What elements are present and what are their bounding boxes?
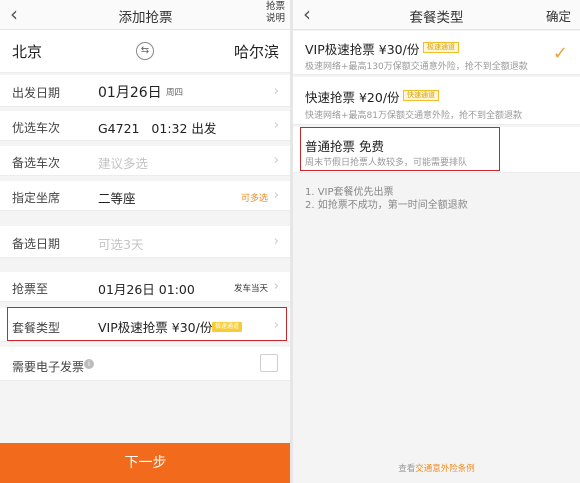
help-line-1: 抢票 [265,1,285,12]
next-step-button[interactable]: 下一步 [0,443,291,483]
e-invoice-label: 需要电子发票 [12,360,85,374]
insurance-terms-link[interactable]: 交通意外险条例 [415,464,475,474]
page-title: 添加抢票 [118,10,173,26]
fast-channel-badge: 快速通道 [403,90,439,101]
to-city[interactable]: 哈尔滨 [234,41,279,62]
alternate-train-placeholder: 建议多选 [98,156,149,171]
add-ticket-screen: ‹ 添加抢票 抢票 说明 北京 ⇆ 哈尔滨 出发日期 01月26日 周四 › 优… [0,0,291,483]
from-city[interactable]: 北京 [12,41,42,62]
row-preferred-train[interactable]: 优选车次 G4721 01:32 出发 › [0,111,291,141]
e-invoice-checkbox[interactable] [260,354,278,372]
row-alternate-date[interactable]: 备选日期 可选3天 › [0,226,291,258]
chevron-right-icon: › [273,234,279,249]
option-name: 快速抢票 ¥20/份 [305,90,400,105]
grab-until-hint: 发车当天 [233,284,268,294]
row-e-invoice[interactable]: 需要电子发票 i [0,347,291,381]
option-description: 快速网络+最高81万保额交通意外险，抢不到全额退款 [305,111,522,121]
insurance-terms-prefix: 查看 [398,464,416,474]
row-grab-until[interactable]: 抢票至 01月26日 01:00 发车当天 › [0,272,291,302]
grab-until-value: 01月26日 01:00 [98,282,195,297]
chevron-right-icon: › [273,84,279,99]
package-type-screen: ‹ 套餐类型 确定 VIP极速抢票 ¥30/份 极速通道 极速网络+最高130万… [293,0,580,483]
preferred-train-label: 优选车次 [12,121,61,135]
departure-date-label: 出发日期 [12,86,61,100]
alternate-date-label: 备选日期 [12,237,61,251]
seat-class-value: 二等座 [98,191,136,206]
chevron-right-icon: › [273,118,279,133]
header-bar: ‹ 套餐类型 确定 [293,0,580,30]
header-bar: ‹ 添加抢票 抢票 说明 [0,0,291,30]
alternate-date-placeholder: 可选3天 [98,237,144,252]
alternate-train-label: 备选车次 [12,156,61,170]
departure-date-value: 01月26日 [98,85,162,101]
page-title: 套餐类型 [409,10,464,26]
chevron-right-icon: › [273,279,279,294]
standard-option-highlight [300,127,500,171]
option-name: VIP极速抢票 ¥30/份 [305,42,420,57]
row-departure-date[interactable]: 出发日期 01月26日 周四 › [0,75,291,107]
info-icon[interactable]: i [84,359,94,369]
chevron-right-icon: › [273,153,279,168]
confirm-button[interactable]: 确定 [546,6,571,25]
note-line: 2. 如抢票不成功，第一时间全额退款 [305,200,468,211]
check-icon: ✓ [552,43,568,64]
swap-cities-icon[interactable]: ⇆ [136,42,154,60]
seat-class-label: 指定坐席 [12,191,61,205]
chevron-right-icon: › [273,188,279,203]
option-vip-express[interactable]: VIP极速抢票 ¥30/份 极速通道 极速网络+最高130万保额交通意外险，抢不… [293,31,580,75]
row-alternate-train[interactable]: 备选车次 建议多选 › [0,146,291,176]
preferred-train-value: G4721 01:32 出发 [98,121,217,136]
express-channel-badge: 极速通道 [423,42,459,53]
info-glyph: i [88,360,90,368]
weekday-label: 周四 [166,88,184,98]
ticket-help-link[interactable]: 抢票 说明 [266,1,285,25]
swap-glyph: ⇆ [140,45,150,56]
insurance-terms: 查看交通意外险条例 [293,462,580,474]
next-step-label: 下一步 [124,455,167,471]
grab-until-label: 抢票至 [12,282,49,296]
row-seat-class[interactable]: 指定坐席 二等座 可多选 › [0,181,291,211]
route-selector: 北京 ⇆ 哈尔滨 [0,30,291,73]
option-fast[interactable]: 快速抢票 ¥20/份 快速通道 快速网络+最高81万保额交通意外险，抢不到全额退… [293,77,580,125]
help-line-2: 说明 [265,13,285,24]
multi-select-hint: 可多选 [240,194,268,204]
option-description: 极速网络+最高130万保额交通意外险，抢不到全额退款 [305,62,528,72]
note-line: 1. VIP套餐优先出票 [305,187,394,198]
notes: 1. VIP套餐优先出票 2. 如抢票不成功，第一时间全额退款 [305,186,468,212]
package-row-highlight [7,307,287,341]
